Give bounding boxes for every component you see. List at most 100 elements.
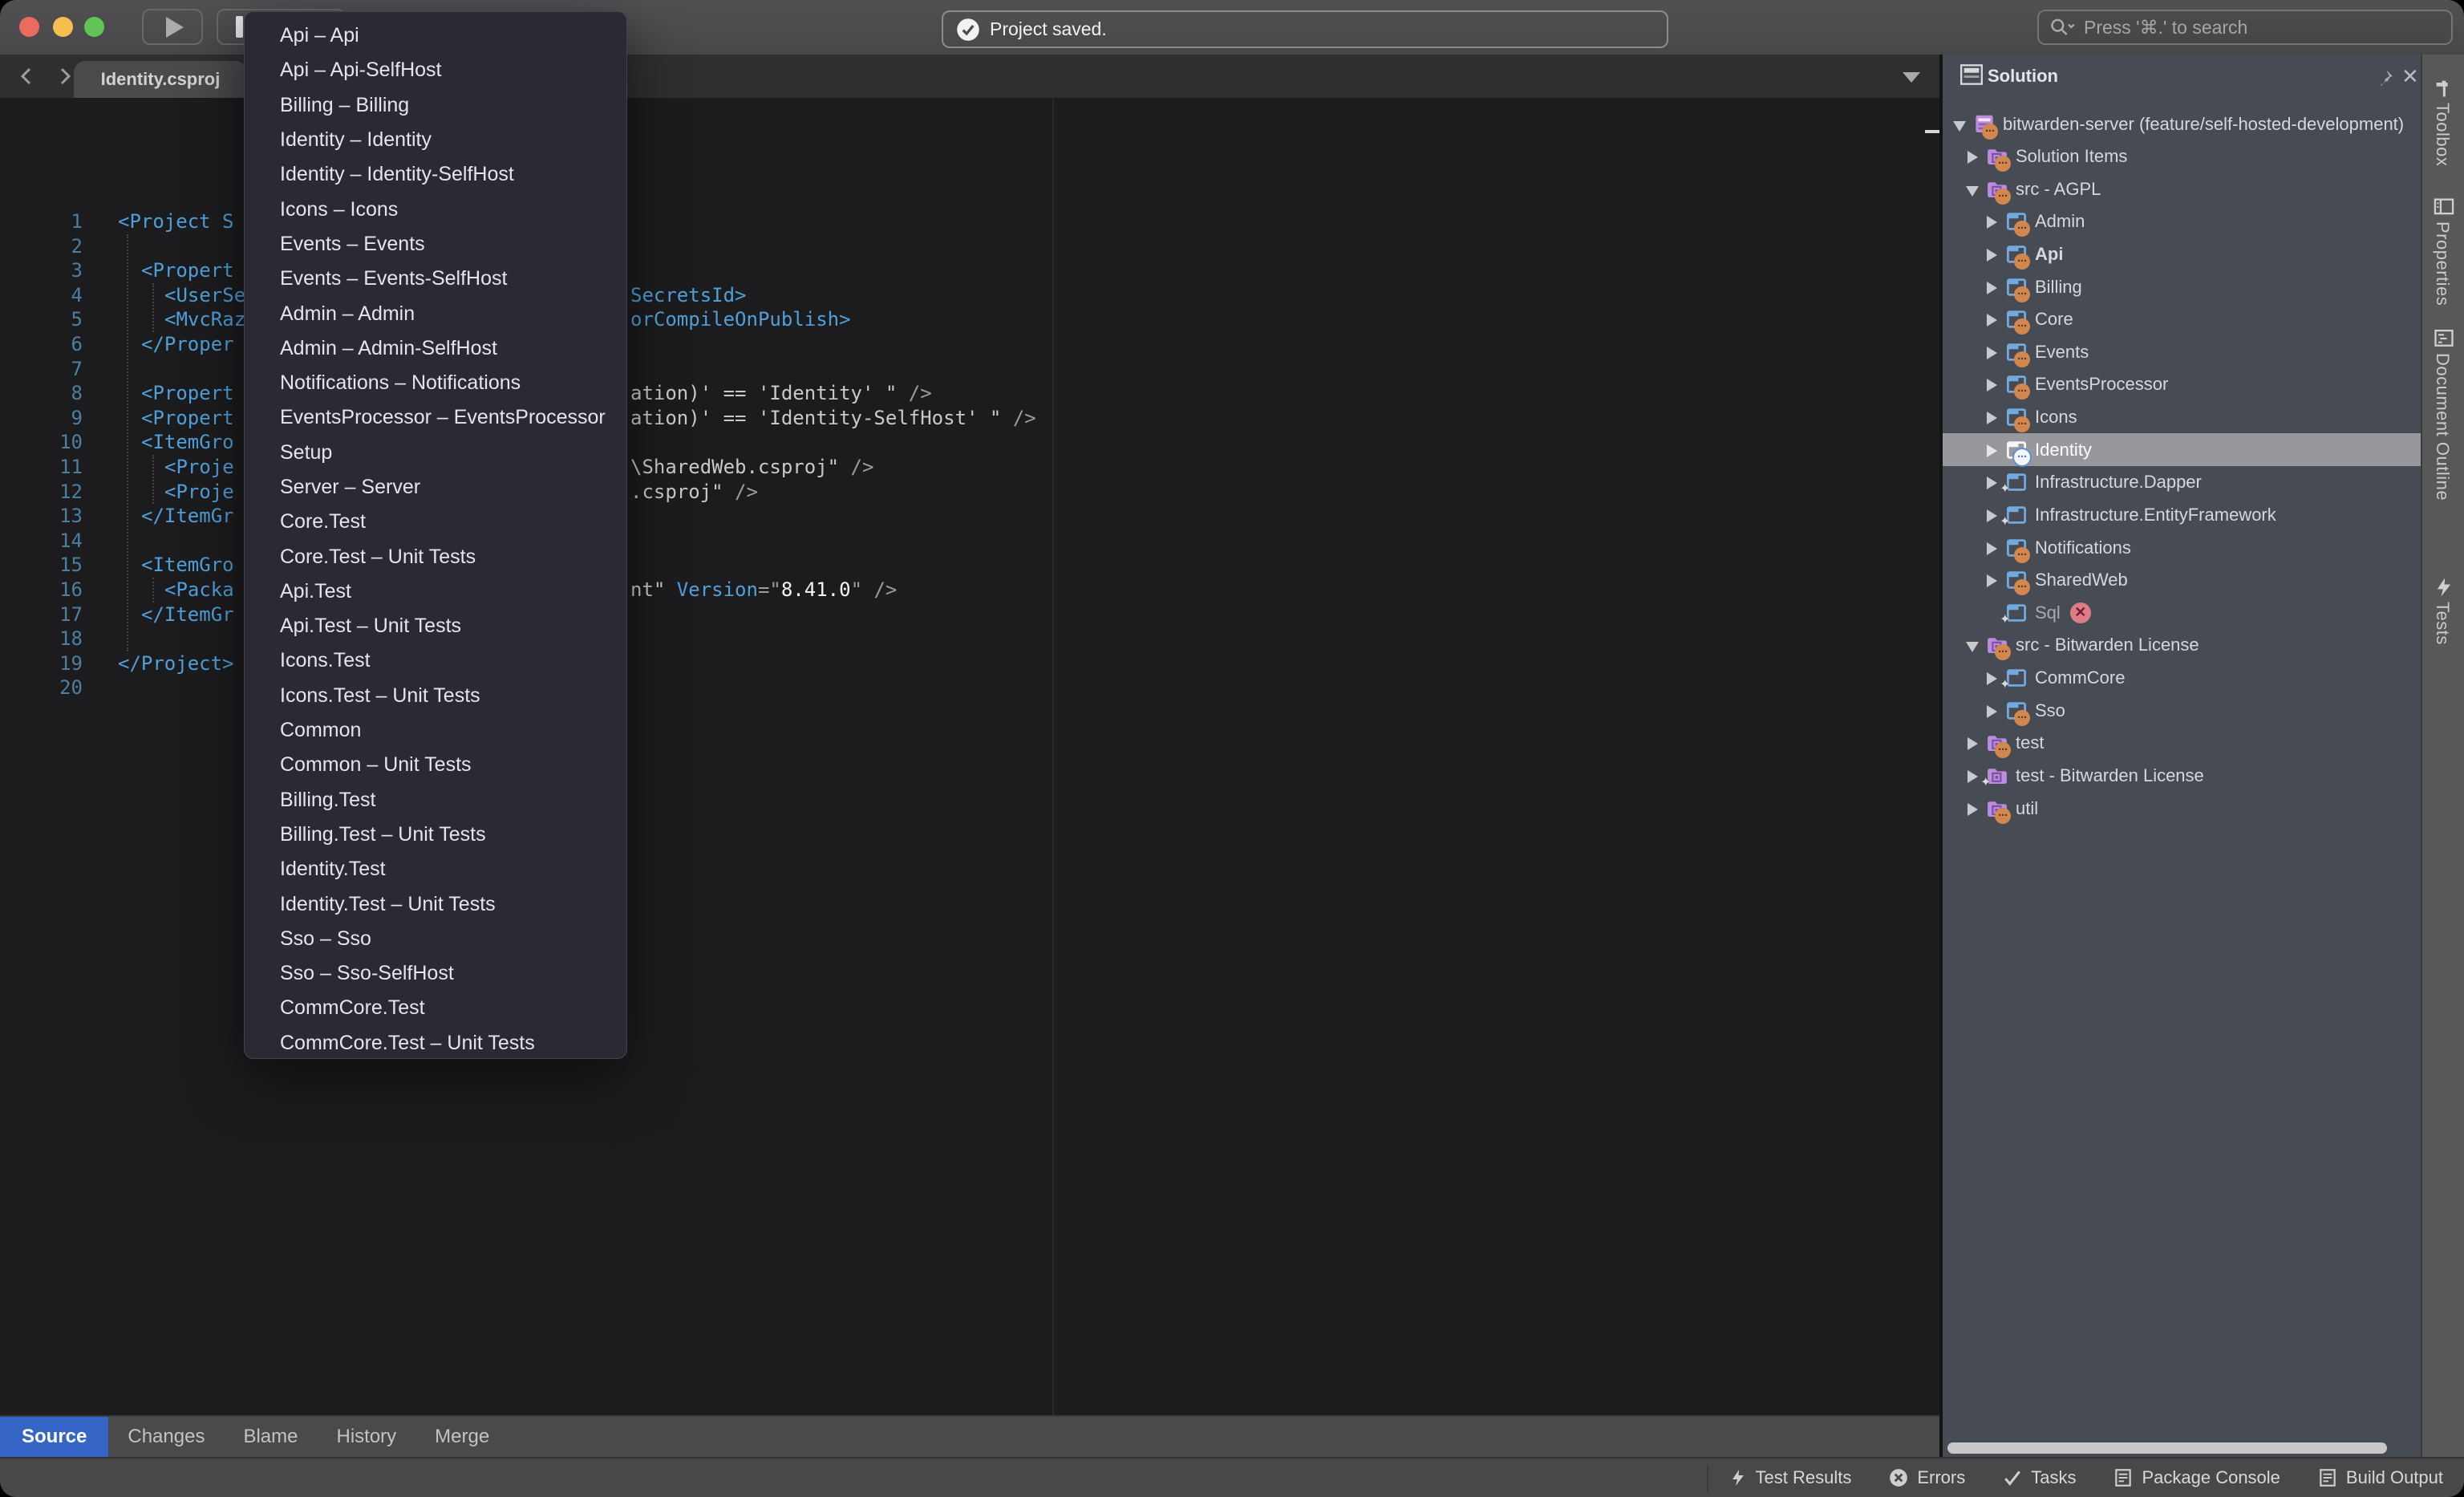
side-tab-document-outline[interactable]: Document Outline xyxy=(2432,353,2453,501)
document-outline-icon[interactable] xyxy=(2433,327,2455,350)
view-tab-changes[interactable]: Changes xyxy=(108,1417,224,1457)
hammer-icon[interactable] xyxy=(2433,77,2455,99)
run-config-menu-item[interactable]: Admin – Admin-SelfHost xyxy=(245,331,626,366)
tree-item-billing[interactable]: ···Billing xyxy=(1943,270,2421,303)
run-config-menu-item[interactable]: Core.Test – Unit Tests xyxy=(245,539,626,574)
tree-item-sso[interactable]: ···Sso xyxy=(1943,694,2421,727)
side-tab-tests[interactable]: Tests xyxy=(2432,602,2453,645)
tree-item-eventsprocessor[interactable]: ···EventsProcessor xyxy=(1943,368,2421,401)
tree-item-src-bitwarden-license[interactable]: ···src - Bitwarden License xyxy=(1943,629,2421,662)
tree-item-sharedweb[interactable]: ···SharedWeb xyxy=(1943,564,2421,597)
tree-item-icons[interactable]: ···Icons xyxy=(1943,401,2421,434)
chevron-right-icon[interactable] xyxy=(1986,313,1997,326)
run-config-menu-item[interactable]: Sso – Sso-SelfHost xyxy=(245,956,626,991)
status-item-build-output[interactable]: Build Output xyxy=(2317,1467,2443,1488)
run-config-menu-item[interactable]: Api.Test – Unit Tests xyxy=(245,609,626,643)
status-item-tasks[interactable]: Tasks xyxy=(2002,1467,2076,1488)
view-tab-source[interactable]: Source xyxy=(0,1417,108,1457)
side-tab-properties[interactable]: Properties xyxy=(2432,221,2453,306)
global-search-input[interactable]: Press '⌘.' to search xyxy=(2037,10,2453,45)
run-config-menu-item[interactable]: Billing.Test – Unit Tests xyxy=(245,817,626,852)
chevron-right-icon[interactable] xyxy=(1986,704,1997,717)
tree-item-test[interactable]: ···test xyxy=(1943,727,2421,760)
run-config-menu-item[interactable]: Billing – Billing xyxy=(245,88,626,123)
tab-overflow-caret-icon[interactable] xyxy=(1903,72,1920,83)
view-tab-merge[interactable]: Merge xyxy=(415,1417,509,1457)
side-tab-toolbox[interactable]: Toolbox xyxy=(2432,103,2453,166)
run-config-menu-item[interactable]: EventsProcessor – EventsProcessor xyxy=(245,400,626,435)
chevron-right-icon[interactable] xyxy=(1986,671,1997,684)
run-config-menu-item[interactable]: Icons.Test xyxy=(245,643,626,678)
view-tab-blame[interactable]: Blame xyxy=(224,1417,317,1457)
run-config-menu-item[interactable]: Events – Events-SelfHost xyxy=(245,262,626,296)
run-config-menu-item[interactable]: Setup xyxy=(245,436,626,470)
run-config-menu-item[interactable]: Api – Api-SelfHost xyxy=(245,53,626,87)
status-item-errors[interactable]: Errors xyxy=(1888,1467,1965,1488)
chevron-right-icon[interactable] xyxy=(1967,736,1978,749)
run-config-menu-item[interactable]: CommCore.Test xyxy=(245,991,626,1025)
properties-icon[interactable] xyxy=(2433,196,2455,218)
chevron-right-icon[interactable] xyxy=(1986,444,1997,456)
tree-item-commcore[interactable]: ✦CommCore xyxy=(1943,662,2421,695)
run-config-menu-item[interactable]: Api – Api xyxy=(245,18,626,53)
chevron-right-icon[interactable] xyxy=(1986,574,1997,586)
tree-item-src-agpl[interactable]: ···src - AGPL xyxy=(1943,172,2421,205)
chevron-right-icon[interactable] xyxy=(1986,346,1997,359)
run-config-menu-item[interactable]: Server – Server xyxy=(245,470,626,505)
chevron-down-icon[interactable] xyxy=(1954,118,1965,131)
tree-item-admin[interactable]: ···Admin xyxy=(1943,205,2421,238)
chevron-down-icon[interactable] xyxy=(1967,639,1978,651)
run-config-menu-item[interactable]: Common – Unit Tests xyxy=(245,748,626,782)
tree-item-solution-items[interactable]: ···Solution Items xyxy=(1943,140,2421,173)
run-button[interactable] xyxy=(142,9,203,45)
run-config-menu-item[interactable]: Notifications – Notifications xyxy=(245,366,626,400)
zoom-window-button[interactable] xyxy=(84,17,104,37)
pin-icon[interactable] xyxy=(2376,67,2395,87)
run-config-menu-item[interactable]: Common xyxy=(245,713,626,748)
tree-item-api[interactable]: ···Api xyxy=(1943,237,2421,270)
tree-item-sql[interactable]: ✦Sql✕ xyxy=(1943,596,2421,629)
chevron-right-icon[interactable] xyxy=(1967,769,1978,782)
run-config-menu-item[interactable]: Billing.Test xyxy=(245,783,626,817)
run-config-menu-item[interactable]: Api.Test xyxy=(245,574,626,609)
run-config-menu-item[interactable]: Identity – Identity xyxy=(245,123,626,157)
run-config-menu-item[interactable]: Core.Test xyxy=(245,505,626,539)
tree-item-infrastructure-entityframework[interactable]: ✦Infrastructure.EntityFramework xyxy=(1943,498,2421,531)
navigate-back-icon[interactable] xyxy=(14,63,38,90)
tree-item-identity[interactable]: ···Identity xyxy=(1943,433,2421,466)
run-config-menu-item[interactable]: Admin – Admin xyxy=(245,296,626,331)
tree-item-test-bitwarden-license[interactable]: ✦test - Bitwarden License xyxy=(1943,759,2421,792)
tree-item-bitwarden-server-feature-self-hosted-development[interactable]: ···bitwarden-server (feature/self-hosted… xyxy=(1943,108,2421,140)
chevron-right-icon[interactable] xyxy=(1986,248,1997,261)
view-tab-history[interactable]: History xyxy=(317,1417,415,1457)
run-config-menu-item[interactable]: Icons.Test – Unit Tests xyxy=(245,679,626,713)
chevron-down-icon[interactable] xyxy=(1967,183,1978,196)
run-config-menu-item[interactable]: Events – Events xyxy=(245,227,626,262)
horizontal-scrollbar[interactable] xyxy=(1947,1442,2387,1454)
tree-item-core[interactable]: ···Core xyxy=(1943,303,2421,336)
tree-item-infrastructure-dapper[interactable]: ✦Infrastructure.Dapper xyxy=(1943,466,2421,499)
chevron-right-icon[interactable] xyxy=(1986,378,1997,391)
chevron-right-icon[interactable] xyxy=(1967,802,1978,815)
chevron-right-icon[interactable] xyxy=(1986,476,1997,489)
chevron-right-icon[interactable] xyxy=(1967,150,1978,163)
close-icon[interactable]: ✕ xyxy=(2401,64,2419,89)
chevron-right-icon[interactable] xyxy=(1986,509,1997,521)
chevron-right-icon[interactable] xyxy=(1986,281,1997,294)
run-config-menu-item[interactable]: CommCore.Test – Unit Tests xyxy=(245,1026,626,1061)
close-window-button[interactable] xyxy=(19,17,39,37)
run-config-menu-item[interactable]: Sso – Sso xyxy=(245,922,626,956)
status-item-test-results[interactable]: Test Results xyxy=(1728,1467,1852,1488)
tree-item-util[interactable]: ···util xyxy=(1943,792,2421,825)
tree-item-notifications[interactable]: ···Notifications xyxy=(1943,531,2421,564)
run-config-menu-item[interactable]: Identity.Test xyxy=(245,852,626,886)
tree-item-events[interactable]: ···Events xyxy=(1943,335,2421,368)
tests-lightning-icon[interactable] xyxy=(2433,576,2455,598)
minimize-window-button[interactable] xyxy=(53,17,73,37)
chevron-right-icon[interactable] xyxy=(1986,542,1997,554)
run-config-menu-item[interactable]: Identity – Identity-SelfHost xyxy=(245,157,626,192)
chevron-right-icon[interactable] xyxy=(1986,411,1997,424)
chevron-right-icon[interactable] xyxy=(1986,215,1997,228)
run-config-menu-item[interactable]: Icons – Icons xyxy=(245,192,626,226)
tab-identity-csproj[interactable]: Identity.csproj xyxy=(74,61,247,98)
